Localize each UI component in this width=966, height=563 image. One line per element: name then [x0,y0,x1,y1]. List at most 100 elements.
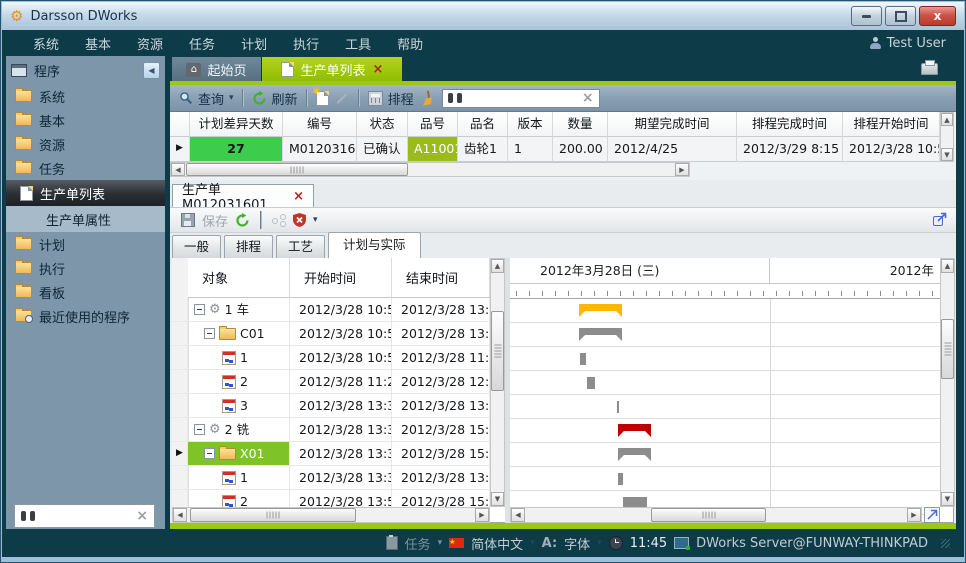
scroll-down-icon[interactable]: ▼ [941,492,954,506]
sidebar-item-基本[interactable]: 基本 [6,108,165,132]
tab-production-order-list[interactable]: 生产单列表 × [262,57,402,82]
tree-object-cell[interactable]: 3 [188,394,290,418]
sidebar-item-系统[interactable]: 系统 [6,84,165,108]
tree-vertical-scrollbar[interactable]: ▲ ▼ [490,258,505,507]
task-dropdown-icon[interactable]: ▾ [438,538,443,548]
clear-search-icon[interactable]: × [136,508,148,524]
save-button[interactable]: 保存 [202,211,228,230]
grid-cell[interactable]: A11001 [408,137,458,162]
scroll-up-icon[interactable]: ▲ [491,259,504,273]
sidebar-collapse-button[interactable]: ◀ [143,62,160,79]
document-tab[interactable]: 生产单 M012031601 × [172,184,314,207]
scroll-right-icon[interactable]: ▶ [675,163,689,176]
status-task[interactable]: 任务 [405,534,431,553]
grid-cell[interactable]: 2012/4/25 [608,137,737,162]
tree-row[interactable]: C012012/3/28 10:522012/3/28 13:40 [172,322,490,346]
edit-pencil-icon[interactable] [336,93,347,104]
scroll-right-icon[interactable]: ▶ [907,508,921,522]
scroll-left-icon[interactable]: ◀ [171,163,185,176]
tree-object-cell[interactable]: X01 [188,442,290,466]
query-dropdown-icon[interactable]: ▾ [229,93,234,103]
scroll-thumb[interactable] [941,319,954,379]
sidebar-item-任务[interactable]: 任务 [6,156,165,180]
grid-cell[interactable]: 200.00 [553,137,608,162]
tab-close-icon[interactable]: × [373,62,384,77]
minimize-button[interactable] [851,6,882,26]
subtab-排程[interactable]: 排程 [224,235,273,258]
broom-icon[interactable] [418,90,435,107]
scroll-up-icon[interactable]: ▲ [941,113,953,126]
scroll-left-icon[interactable]: ◀ [511,508,525,522]
shield-dropdown-icon[interactable]: ▾ [313,215,318,225]
gantt-popout-icon[interactable] [924,507,940,523]
gantt-vertical-scrollbar[interactable]: ▲ ▼ [940,258,955,507]
gantt-bar-task[interactable] [617,401,619,413]
gantt-horizontal-scrollbar[interactable]: ◀ ▶ [510,507,922,523]
tree-row[interactable]: 12012/3/28 10:522012/3/28 11:22 [172,346,490,370]
external-link-icon[interactable] [932,211,948,227]
query-button[interactable]: 查询 [198,89,224,108]
sidebar-item-看板[interactable]: 看板 [6,280,165,304]
scroll-thumb[interactable] [491,311,504,391]
sidebar-item-资源[interactable]: 资源 [6,132,165,156]
resize-grip[interactable] [941,539,950,548]
close-button[interactable]: x [919,6,956,26]
tree-object-cell[interactable]: C01 [188,322,290,346]
scroll-thumb[interactable] [186,163,408,176]
menu-item-计划[interactable]: 计划 [228,34,280,53]
menu-item-任务[interactable]: 任务 [176,34,228,53]
scroll-up-icon[interactable]: ▲ [941,259,954,273]
clear-toolbar-search-icon[interactable]: × [582,90,594,106]
user-area[interactable]: Test User [870,36,964,51]
menu-item-执行[interactable]: 执行 [280,34,332,53]
tab-start-page[interactable]: ⌂ 起始页 [172,57,261,82]
grid-cell[interactable]: M012031601 [283,137,357,162]
menu-item-帮助[interactable]: 帮助 [384,34,436,53]
toolbar-search-input[interactable]: × [442,89,600,108]
menu-item-工具[interactable]: 工具 [332,34,384,53]
gantt-bar-task[interactable] [580,353,586,365]
refresh-icon[interactable] [235,213,250,228]
scroll-thumb[interactable] [190,508,356,522]
tree-object-cell[interactable]: ⚙1 车 [188,298,290,322]
tree-expander-icon[interactable] [204,328,215,339]
tree-expander-icon[interactable] [204,448,215,459]
tree-row[interactable]: ⚙2 铣2012/3/28 13:302012/3/28 15:40 [172,418,490,442]
tree-object-cell[interactable]: ⚙2 铣 [188,418,290,442]
sidebar-item-计划[interactable]: 计划 [6,232,165,256]
tree-object-cell[interactable]: 1 [188,466,290,490]
sidebar-item-生产单属性[interactable]: 生产单属性 [6,206,165,232]
tree-expander-icon[interactable] [194,424,205,435]
gantt-bar-task[interactable] [618,473,623,485]
scroll-left-icon[interactable]: ◀ [173,508,187,522]
refresh-button[interactable]: 刷新 [272,89,298,108]
printer-icon[interactable] [921,63,938,75]
scroll-down-icon[interactable]: ▼ [491,492,504,506]
sidebar-search[interactable]: × [14,504,155,528]
grid-cell[interactable]: 27 [190,137,283,162]
grid-data-row[interactable]: ▶27M012031601已确认A11001齿轮11200.002012/4/2… [170,137,940,162]
scroll-thumb[interactable] [651,508,766,522]
subtab-工艺[interactable]: 工艺 [276,235,325,258]
schedule-button[interactable]: 排程 [388,89,414,108]
grid-cell[interactable]: 2012/3/29 8:15 [737,137,843,162]
grid-horizontal-scrollbar[interactable]: ◀ ▶ [170,162,690,177]
tree-row[interactable]: 32012/3/28 13:302012/3/28 13:40 [172,394,490,418]
document-tab-close-icon[interactable]: × [293,189,304,204]
menu-item-基本[interactable]: 基本 [72,34,124,53]
grid-vertical-scrollbar[interactable]: ▲ ▼ [940,112,954,162]
menu-item-资源[interactable]: 资源 [124,34,176,53]
status-font[interactable]: 字体 [564,534,590,553]
tree-object-cell[interactable]: 1 [188,346,290,370]
gantt-bar-task[interactable] [587,377,595,389]
tree-row[interactable]: ⚙1 车2012/3/28 10:522012/3/28 13:40 [172,298,490,322]
tree-expander-icon[interactable] [194,304,205,315]
tree-row[interactable]: 22012/3/28 11:222012/3/28 12:00 [172,370,490,394]
grid-cell[interactable]: 已确认 [357,137,408,162]
status-language[interactable]: 简体中文 [471,534,523,553]
tree-row[interactable]: ▶X012012/3/28 13:302012/3/28 15:40 [172,442,490,466]
menu-item-系统[interactable]: 系统 [20,34,72,53]
subtab-一般[interactable]: 一般 [172,235,221,258]
grid-cell[interactable]: 1 [508,137,553,162]
shield-icon[interactable] [293,213,306,227]
